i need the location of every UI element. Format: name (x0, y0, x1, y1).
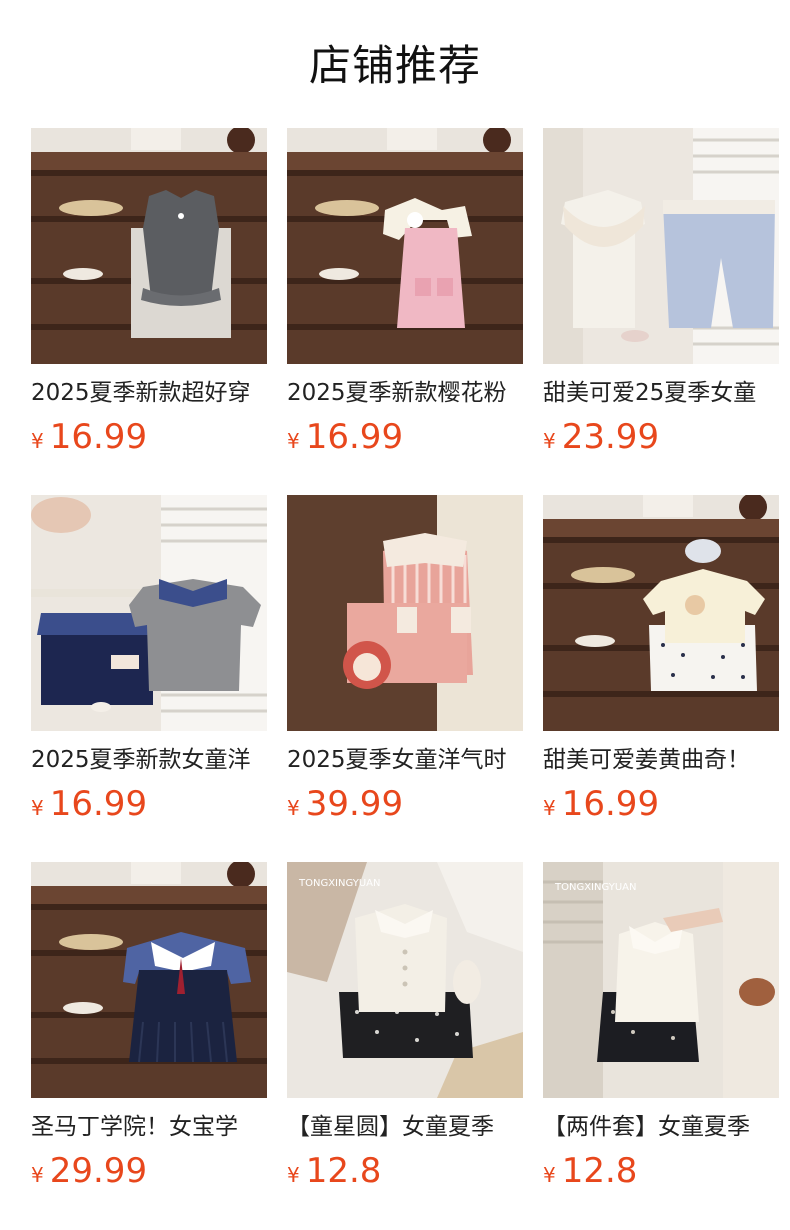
product-price: ¥16.99 (287, 416, 403, 458)
product-image[interactable] (287, 495, 523, 731)
currency-symbol: ¥ (287, 796, 300, 820)
product-name[interactable]: 【童星圆】女童夏季 (287, 1112, 523, 1146)
product-name[interactable]: 2025夏季新款超好穿 (31, 378, 267, 412)
product-name[interactable]: 2025夏季新款樱花粉 (287, 378, 523, 412)
product-card[interactable]: 甜美可爱25夏季女童 ¥23.99 (543, 128, 779, 468)
currency-symbol: ¥ (543, 796, 556, 820)
product-image[interactable]: TONGXINGYUAN (287, 862, 523, 1098)
product-image[interactable]: TONGXINGYUAN (543, 862, 779, 1098)
product-card[interactable]: TONGXINGYUAN 【童星圆】女童夏季 ¥12.8 (287, 862, 523, 1202)
product-name[interactable]: 甜美可爱姜黄曲奇！ (543, 745, 779, 779)
product-card[interactable]: 2025夏季新款超好穿 ¥16.99 (31, 128, 267, 468)
product-price: ¥16.99 (543, 783, 659, 825)
product-image[interactable] (31, 862, 267, 1098)
currency-symbol: ¥ (543, 1163, 556, 1187)
product-image[interactable] (31, 128, 267, 364)
product-card[interactable]: 圣马丁学院！女宝学 ¥29.99 (31, 862, 267, 1202)
brand-watermark: TONGXINGYUAN (554, 882, 637, 893)
product-card[interactable]: 2025夏季新款樱花粉 ¥16.99 (287, 128, 523, 468)
product-price: ¥23.99 (543, 416, 659, 458)
product-card[interactable]: 2025夏季新款女童洋 ¥16.99 (31, 495, 267, 835)
price-value: 23.99 (561, 417, 660, 457)
product-image[interactable] (31, 495, 267, 731)
product-price: ¥16.99 (31, 783, 147, 825)
product-card[interactable]: 甜美可爱姜黄曲奇！ ¥16.99 (543, 495, 779, 835)
price-value: 29.99 (49, 1151, 148, 1191)
product-card[interactable]: 2025夏季女童洋气时 ¥39.99 (287, 495, 523, 835)
product-name[interactable]: 2025夏季女童洋气时 (287, 745, 523, 779)
product-name[interactable]: 【两件套】女童夏季 (543, 1112, 779, 1146)
price-value: 16.99 (305, 417, 404, 457)
price-value: 12.8 (561, 1151, 638, 1191)
product-price: ¥12.8 (287, 1150, 381, 1192)
brand-watermark: TONGXINGYUAN (298, 878, 381, 889)
currency-symbol: ¥ (31, 796, 44, 820)
product-image[interactable] (287, 128, 523, 364)
product-price: ¥39.99 (287, 783, 403, 825)
product-name[interactable]: 甜美可爱25夏季女童 (543, 378, 779, 412)
product-price: ¥12.8 (543, 1150, 637, 1192)
currency-symbol: ¥ (543, 429, 556, 453)
product-price: ¥29.99 (31, 1150, 147, 1192)
product-price: ¥16.99 (31, 416, 147, 458)
price-value: 39.99 (305, 784, 404, 824)
product-card[interactable]: TONGXINGYUAN 【两件套】女童夏季 ¥12.8 (543, 862, 779, 1202)
price-value: 12.8 (305, 1151, 382, 1191)
product-name[interactable]: 圣马丁学院！女宝学 (31, 1112, 267, 1146)
currency-symbol: ¥ (31, 429, 44, 453)
currency-symbol: ¥ (31, 1163, 44, 1187)
product-name[interactable]: 2025夏季新款女童洋 (31, 745, 267, 779)
price-value: 16.99 (561, 784, 660, 824)
currency-symbol: ¥ (287, 1163, 300, 1187)
product-image[interactable] (543, 128, 779, 364)
price-value: 16.99 (49, 784, 148, 824)
product-image[interactable] (543, 495, 779, 731)
section-title: 店铺推荐 (308, 41, 481, 90)
price-value: 16.99 (49, 417, 148, 457)
currency-symbol: ¥ (287, 429, 300, 453)
